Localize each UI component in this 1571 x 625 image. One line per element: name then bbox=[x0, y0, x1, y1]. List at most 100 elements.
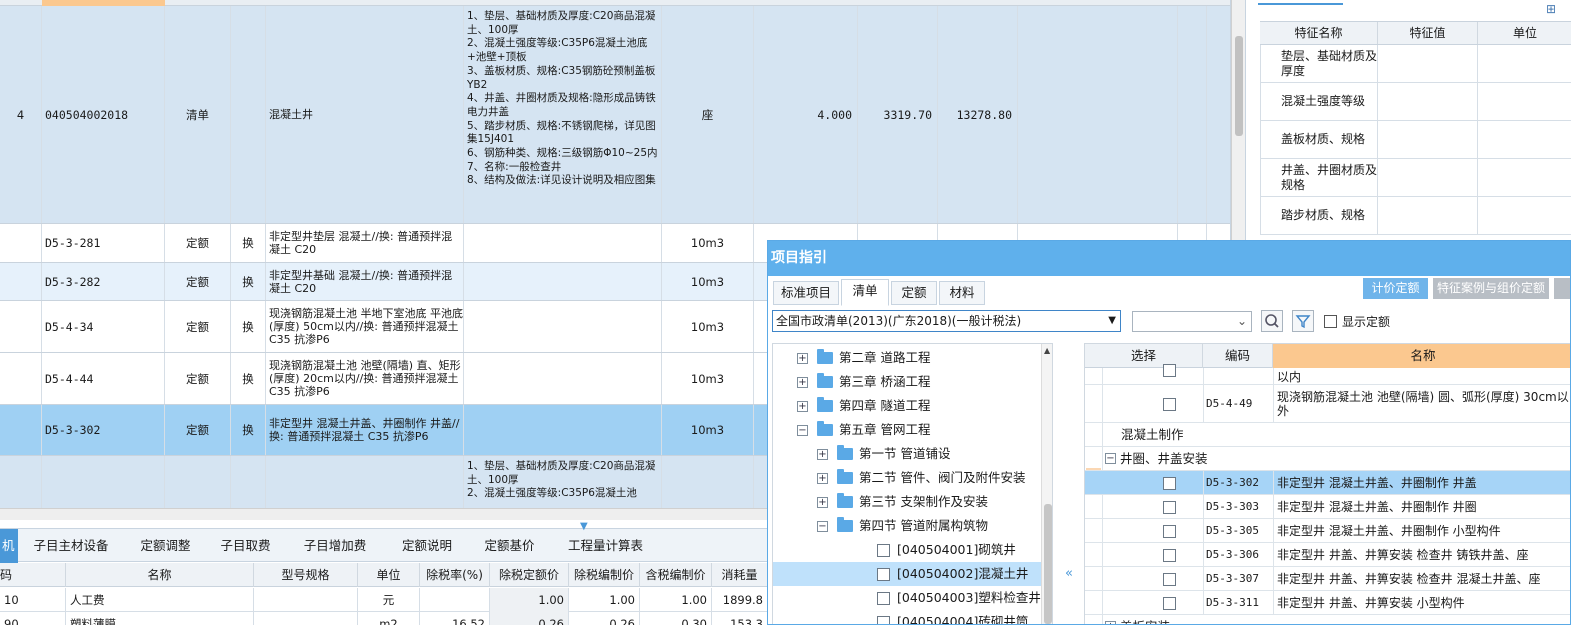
quota-select-checkbox[interactable] bbox=[1163, 524, 1176, 538]
filter-button[interactable] bbox=[1292, 310, 1314, 332]
bottom-tab-5[interactable]: 定额说明 bbox=[388, 529, 466, 563]
collapse-panel-icon[interactable]: « bbox=[1065, 566, 1073, 581]
cell-features[interactable] bbox=[464, 353, 662, 404]
collapse-icon[interactable]: − bbox=[817, 521, 828, 532]
cell-unit[interactable]: 10m3 bbox=[662, 301, 754, 352]
quota-select-checkbox[interactable] bbox=[1163, 476, 1176, 490]
quota-item-row[interactable]: D5-3-303 非定型井 混凝土井盖、井圈制作 井圈 bbox=[1085, 495, 1570, 519]
select-cell[interactable] bbox=[1085, 471, 1203, 494]
feature-cases-button[interactable]: 特征案例与组价定额 bbox=[1433, 278, 1549, 299]
tree-item-bill[interactable]: [040504003]塑料检查井 bbox=[773, 586, 1041, 610]
cell-flag[interactable]: 换 bbox=[231, 405, 266, 455]
feature-row[interactable]: 井盖、井圈材质及规格 bbox=[1260, 159, 1571, 197]
cell-c13[interactable] bbox=[1207, 6, 1230, 223]
tree-item-chapter[interactable]: + 第二章 道路工程 bbox=[773, 346, 1041, 370]
tree-item-bill[interactable]: [040504004]砖砌井筒 bbox=[773, 610, 1041, 624]
quota-select-checkbox[interactable] bbox=[1163, 596, 1176, 610]
quota-item-row[interactable]: D5-3-311 非定型井 井盖、井箅安装 小型构件 bbox=[1085, 591, 1570, 615]
cell-type[interactable]: 定额 bbox=[165, 224, 231, 262]
feature-value[interactable] bbox=[1378, 197, 1478, 234]
cell-total[interactable]: 13278.80 bbox=[938, 6, 1018, 223]
cell-features[interactable] bbox=[464, 405, 662, 455]
bottom-header-7[interactable]: 含税编制价 bbox=[640, 563, 712, 587]
resource-code[interactable]: 10 bbox=[0, 588, 66, 612]
cell-unit[interactable]: 10m3 bbox=[662, 405, 754, 455]
bottom-header-5[interactable]: 除税定额价 bbox=[490, 563, 569, 587]
select-cell[interactable] bbox=[1085, 385, 1203, 422]
feature-value[interactable] bbox=[1378, 83, 1478, 120]
cell-index[interactable] bbox=[0, 353, 42, 404]
tree-item-bill[interactable]: [040504001]砌筑井 bbox=[773, 538, 1041, 562]
cell-unit[interactable]: 10m3 bbox=[662, 353, 754, 404]
resource-tax_ex[interactable]: 1.00 bbox=[569, 588, 640, 612]
bottom-tab-7[interactable]: 工程量计算表 bbox=[553, 529, 658, 563]
search-button[interactable] bbox=[1261, 310, 1283, 332]
quota-item-row[interactable]: 以内 bbox=[1085, 364, 1570, 385]
quota-select-checkbox[interactable] bbox=[1163, 397, 1176, 411]
bottom-tab-2[interactable]: 定额调整 bbox=[128, 529, 203, 563]
cell-flag[interactable]: 换 bbox=[231, 301, 266, 352]
cell-flag[interactable] bbox=[231, 456, 266, 508]
resource-row[interactable]: 90 塑料薄膜 m2 16.52 0.26 0.26 0.30 153.3 bbox=[0, 612, 768, 625]
select-cell[interactable] bbox=[1085, 591, 1203, 614]
cell-unit[interactable]: 10m3 bbox=[662, 224, 754, 262]
bottom-header-4[interactable]: 除税率(%) bbox=[420, 563, 490, 587]
quota-item-row[interactable]: D5-3-306 非定型井 井盖、井箅安装 检查井 铸铁井盖、座 bbox=[1085, 543, 1570, 567]
cell-qty[interactable]: 4.000 bbox=[754, 6, 858, 223]
resource-spec[interactable] bbox=[254, 612, 358, 625]
cell-name[interactable]: 非定型井基础 混凝土//换: 普通预拌混凝土 C20 bbox=[266, 263, 464, 300]
bottom-header-0[interactable]: 码 bbox=[0, 563, 66, 587]
tree-scrollbar[interactable]: ▲ bbox=[1041, 344, 1052, 624]
resource-code[interactable]: 90 bbox=[0, 612, 66, 625]
bottom-header-8[interactable]: 消耗量 bbox=[712, 563, 768, 587]
cell-index[interactable] bbox=[0, 301, 42, 352]
bottom-tab-3[interactable]: 子目取费 bbox=[209, 529, 282, 563]
collapse-icon[interactable]: − bbox=[1105, 453, 1116, 464]
tree-item-checkbox[interactable] bbox=[877, 544, 890, 557]
tree-icon[interactable]: ⊞ bbox=[1546, 2, 1556, 16]
search-input[interactable]: ⌄ bbox=[1132, 311, 1252, 332]
bottom-header-2[interactable]: 型号规格 bbox=[254, 563, 358, 587]
cell-type[interactable]: 定额 bbox=[165, 263, 231, 300]
resource-name[interactable]: 塑料薄膜 bbox=[66, 612, 254, 625]
cell-features[interactable] bbox=[464, 224, 662, 262]
resource-unit[interactable]: m2 bbox=[358, 612, 420, 625]
tree-item-chapter[interactable]: + 第一节 管道铺设 bbox=[773, 442, 1041, 466]
quota-item-row[interactable]: D5-3-305 非定型井 混凝土井盖、井圈制作 小型构件 bbox=[1085, 519, 1570, 543]
scrollbar-thumb[interactable] bbox=[1235, 36, 1243, 136]
cell-features[interactable] bbox=[464, 263, 662, 300]
cell-flag[interactable]: 换 bbox=[231, 263, 266, 300]
cell-features[interactable]: 1、垫层、基础材质及厚度:C20商品混凝土、100厚 2、混凝土强度等级:C35… bbox=[464, 6, 662, 223]
scrollbar-thumb[interactable] bbox=[1044, 504, 1052, 624]
expand-icon[interactable]: + bbox=[797, 377, 808, 388]
bottom-tab-0[interactable]: 机 bbox=[0, 529, 18, 563]
tab-standard-items[interactable]: 标准项目 bbox=[773, 281, 839, 305]
select-cell[interactable] bbox=[1085, 519, 1203, 542]
select-cell[interactable] bbox=[1085, 543, 1203, 566]
quota-group[interactable]: + 盖板安装 bbox=[1085, 615, 1570, 624]
resource-base[interactable]: 1.00 bbox=[490, 588, 569, 612]
expand-icon[interactable]: + bbox=[1105, 621, 1116, 624]
cell-name[interactable]: 非定型井 混凝土井盖、井圈制作 井盖//换: 普通预拌混凝土 C35 抗渗P6 bbox=[266, 405, 464, 455]
resource-row[interactable]: 10 人工费元 1.00 1.00 1.00 1899.8 bbox=[0, 588, 768, 612]
expand-icon[interactable]: + bbox=[817, 497, 828, 508]
bottom-header-3[interactable]: 单位 bbox=[358, 563, 420, 587]
expand-icon[interactable]: + bbox=[797, 401, 808, 412]
quota-select-checkbox[interactable] bbox=[1163, 572, 1176, 586]
tab-bill[interactable]: 清单 bbox=[841, 279, 889, 306]
tree-item-bill[interactable]: [040504002]混凝土井 bbox=[773, 562, 1041, 586]
resource-unit[interactable]: 元 bbox=[358, 588, 420, 612]
bottom-header-6[interactable]: 除税编制价 bbox=[569, 563, 640, 587]
tree-item-chapter[interactable]: + 第四章 隧道工程 bbox=[773, 394, 1041, 418]
select-cell[interactable] bbox=[1085, 495, 1203, 518]
cell-code[interactable]: D5-3-302 bbox=[42, 405, 165, 455]
cell-name[interactable]: 混凝土井 bbox=[266, 6, 464, 223]
cell-name[interactable]: 现浇钢筋混凝土池 池壁(隔墙) 直、矩形(厚度) 20cm以内//换: 普通预拌… bbox=[266, 353, 464, 404]
cell-features[interactable]: 1、垫层、基础材质及厚度:C20商品混凝土、100厚 2、混凝土强度等级:C35… bbox=[464, 456, 662, 508]
resource-tax_in[interactable]: 0.30 bbox=[640, 612, 712, 625]
resource-rate[interactable] bbox=[420, 588, 490, 612]
feature-value[interactable] bbox=[1378, 45, 1478, 82]
tree-item-chapter[interactable]: + 第二节 管件、阀门及附件安装 bbox=[773, 466, 1041, 490]
resource-qty[interactable]: 1899.8 bbox=[712, 588, 768, 612]
quota-select-checkbox[interactable] bbox=[1163, 364, 1176, 377]
